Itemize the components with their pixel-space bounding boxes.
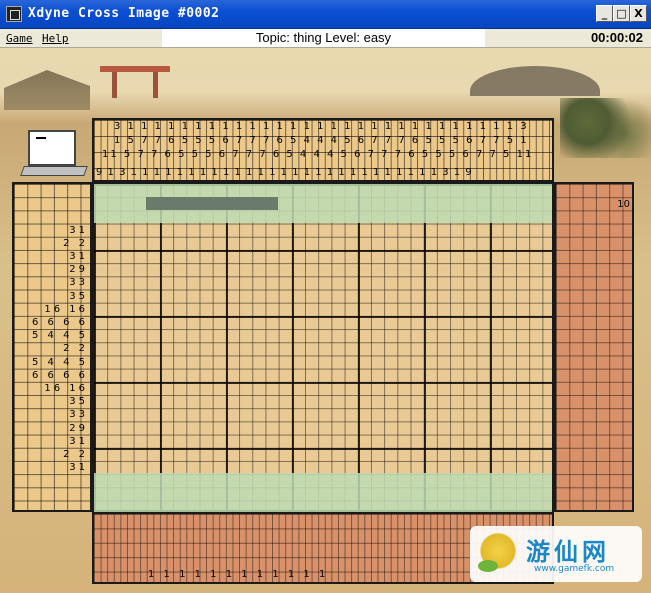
top-clue-row-1: 3 1 1 1 1 1 1 1 1 1 1 1 1 1 1 1 1 1 1 1 … — [114, 121, 529, 132]
topic-level-display: Topic: thing Level: easy — [162, 29, 485, 47]
top-clue-row-2: 1 5 7 7 6 5 5 5 6 7 7 7 6 5 4 4 4 5 6 7 … — [114, 135, 529, 146]
left-clue-row: 5 4 4 5 — [32, 330, 88, 342]
minimize-button[interactable]: _ — [596, 5, 613, 22]
filled-cells — [146, 197, 278, 210]
app-icon[interactable] — [6, 6, 22, 22]
menu-game[interactable]: Game — [6, 32, 33, 45]
watermark-url: www.gamefk.com — [534, 564, 615, 574]
right-clue-panel[interactable]: 10 — [554, 182, 634, 512]
close-button[interactable]: X — [630, 5, 647, 22]
left-clue-row: 16 16 — [44, 383, 88, 394]
left-clue-row: 2 2 — [63, 237, 88, 249]
left-clue-row: 31 — [69, 435, 88, 447]
left-clue-row: 35 — [69, 396, 88, 408]
top-clue-row-4: 9 1 3 1 1 1 1 1 1 1 1 1 1 1 1 1 1 1 1 1 … — [96, 167, 473, 178]
title-bar: Xdyne Cross Image #0002 _ □ X — [0, 0, 651, 29]
puzzle-grid[interactable] — [92, 182, 554, 512]
left-clue-row: 2 2 — [63, 449, 88, 460]
left-clue-row: 33 — [69, 409, 88, 421]
left-clue-row: 31 — [69, 251, 88, 262]
watermark-text: 游仙网 — [526, 538, 610, 566]
left-clue-row: 6 6 6 6 — [32, 317, 88, 328]
site-watermark: 游仙网 www.gamefk.com — [470, 526, 642, 582]
right-clue-number: 10 — [617, 199, 630, 210]
menu-help[interactable]: Help — [42, 32, 69, 45]
background-trees — [560, 98, 651, 158]
left-clue-row: 33 — [69, 277, 88, 289]
left-clue-row: 31 — [69, 224, 88, 236]
grid-highlight-bottom — [94, 473, 552, 512]
mascot-icon — [478, 532, 518, 574]
background-hut — [4, 70, 90, 110]
top-clue-panel[interactable]: 3 1 1 1 1 1 1 1 1 1 1 1 1 1 1 1 1 1 1 1 … — [92, 118, 554, 182]
window-title: Xdyne Cross Image #0002 — [28, 6, 220, 21]
top-clue-row-3: 11 5 7 7 6 5 5 5 6 7 7 7 6 5 4 4 4 5 6 7… — [102, 149, 534, 160]
background-mountain — [470, 66, 600, 96]
left-clue-row: 35 — [69, 290, 88, 302]
left-clue-panel[interactable]: 31 2 2 31 29 33 35 16 16 6 6 6 65 4 4 52 25 4 4… — [12, 182, 92, 512]
menu-bar: Game Help Topic: thing Level: easy 00:00… — [0, 29, 651, 48]
left-clue-row: 5 4 4 5 — [32, 356, 88, 368]
preview-laptop-icon[interactable] — [28, 130, 76, 166]
bottom-clue-row: 1 1 1 1 1 1 1 1 1 1 1 1 — [148, 569, 329, 580]
left-clue-row: 29 — [69, 264, 88, 276]
maximize-button[interactable]: □ — [613, 5, 630, 22]
preview-laptop-base — [20, 166, 88, 176]
left-clue-row: 31 — [69, 462, 88, 474]
left-clue-row: 16 16 — [44, 303, 88, 315]
left-clue-row: 6 6 6 6 — [32, 369, 88, 381]
background-shrine — [100, 66, 170, 98]
game-timer: 00:00:02 — [590, 30, 643, 45]
left-clue-row: 2 2 — [63, 343, 88, 355]
left-clue-row: 29 — [69, 422, 88, 434]
